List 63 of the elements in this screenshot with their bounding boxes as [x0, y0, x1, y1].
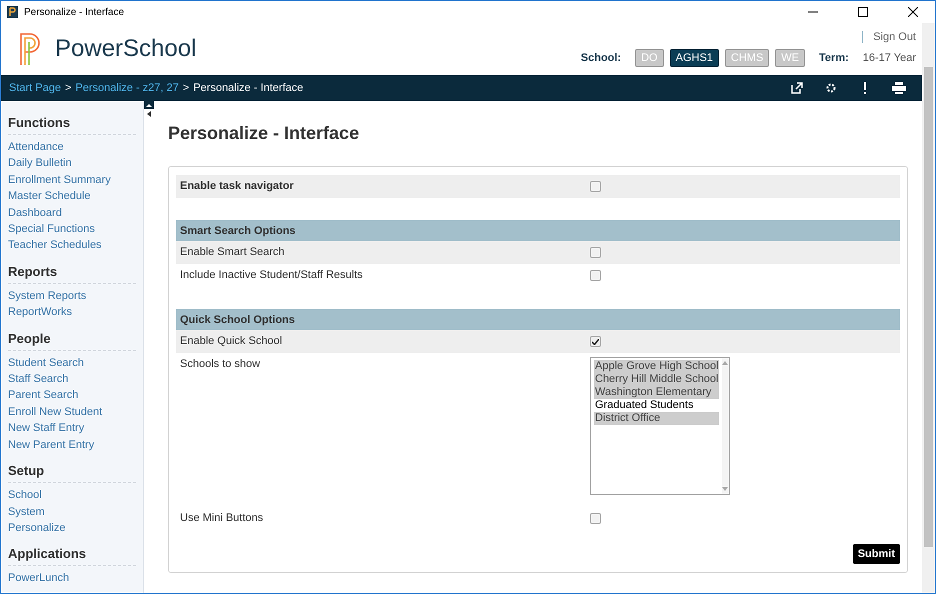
sidebar-link[interactable]: Master Schedule — [8, 188, 136, 205]
sidebar-link[interactable]: PowerLunch — [8, 570, 136, 587]
option-label: Enable Smart Search — [180, 245, 286, 258]
sidebar-link[interactable]: School — [8, 487, 136, 504]
app-icon — [7, 6, 18, 18]
sidebar-link[interactable]: Personalize — [8, 520, 136, 536]
term-value: 16-17 Year — [862, 52, 916, 64]
option-label: Enable Quick School — [180, 334, 284, 347]
school-label: School: — [580, 52, 622, 64]
sidebar-link[interactable]: Staff Search — [8, 371, 136, 388]
maximize-icon[interactable] — [858, 7, 868, 17]
sidebar-heading: Applications — [8, 546, 136, 566]
sidebar-link[interactable]: System — [8, 504, 136, 520]
sidebar-link[interactable]: Enroll New Student — [8, 404, 136, 420]
section-header: Quick School Options — [176, 309, 900, 330]
breadcrumb-link[interactable]: Start Page — [9, 82, 61, 94]
schools-listbox[interactable]: Apple Grove High School Cherry Hill Middle School Washington Elementary Graduated Students District Office — [590, 357, 730, 495]
checkbox[interactable] — [590, 247, 601, 258]
sidebar-link[interactable]: Enrollment Summary — [8, 172, 136, 188]
list-option[interactable]: Apple Grove High School — [594, 360, 719, 373]
sidebar-link[interactable]: Student Search — [8, 354, 136, 372]
page-title: Personalize - Interface — [168, 123, 360, 144]
logo-text: PowerSchool — [55, 35, 196, 63]
sidebar-link[interactable]: Attendance — [8, 139, 136, 156]
breadcrumb-current: Personalize - Interface — [193, 82, 304, 94]
window-title: Personalize - Interface — [24, 6, 126, 18]
sidebar-heading: Reports — [8, 264, 136, 284]
section-header: Smart Search Options — [176, 220, 900, 241]
sidebar-heading: Setup — [8, 463, 136, 484]
sidebar-link[interactable]: ReportWorks — [8, 304, 136, 321]
sidebar-link[interactable]: New Parent Entry — [8, 436, 136, 454]
sidebar-link[interactable]: Teacher Schedules — [8, 237, 136, 254]
sign-out-link[interactable]: Sign Out — [862, 31, 916, 43]
checkbox[interactable] — [590, 181, 601, 192]
checkbox[interactable] — [590, 270, 601, 281]
term-label: Term: — [819, 52, 849, 64]
option-label: Use Mini Buttons — [180, 511, 264, 524]
list-option[interactable]: Graduated Students — [594, 399, 719, 412]
list-option[interactable]: District Office — [594, 412, 719, 425]
option-label: Schools to show — [180, 357, 262, 370]
checkbox[interactable] — [590, 513, 601, 524]
list-option[interactable]: Cherry Hill Middle School — [594, 373, 719, 386]
caret-icon[interactable] — [146, 111, 152, 117]
close-icon[interactable] — [908, 7, 918, 17]
list-option[interactable]: Washington Elementary — [594, 386, 719, 399]
submit-button[interactable]: Submit — [852, 544, 900, 564]
sidebar-link[interactable]: Parent Search — [8, 387, 136, 404]
scrollbar-thumb[interactable] — [924, 67, 933, 547]
sidebar-link[interactable]: Special Functions — [8, 221, 136, 238]
checkbox[interactable] — [590, 336, 601, 347]
option-label: Include Inactive Student/Staff Results — [180, 268, 364, 281]
sidebar-link[interactable]: Dashboard — [8, 204, 136, 222]
school-button[interactable]: AGHS1 — [670, 49, 719, 67]
breadcrumb-link[interactable]: Personalize - z27, 27 — [75, 82, 179, 94]
collapse-icon[interactable] — [144, 101, 154, 109]
option-label: Enable task navigator — [180, 179, 295, 192]
sidebar-heading: People — [8, 330, 136, 351]
sidebar-link[interactable]: New Staff Entry — [8, 420, 136, 437]
sidebar-link[interactable]: Daily Bulletin — [8, 155, 136, 172]
breadcrumb-separator: > — [182, 82, 190, 94]
breadcrumb-separator: > — [64, 82, 72, 94]
sidebar-heading: Functions — [8, 115, 136, 135]
sidebar-link[interactable]: System Reports — [8, 288, 136, 304]
